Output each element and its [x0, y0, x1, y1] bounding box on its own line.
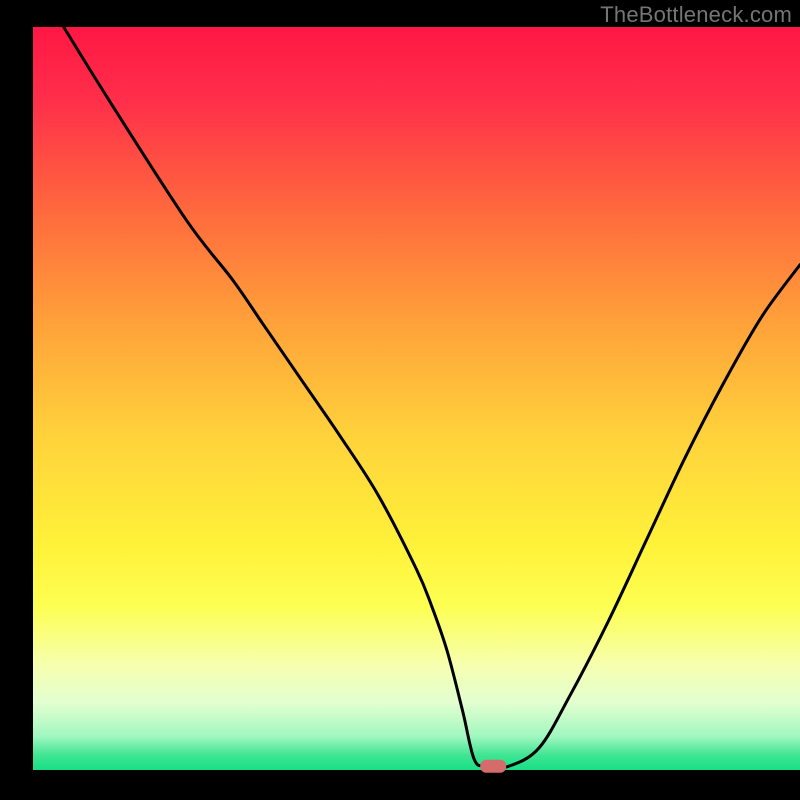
watermark-text: TheBottleneck.com — [600, 2, 792, 28]
bottleneck-chart — [0, 0, 800, 800]
plot-background — [33, 27, 800, 770]
chart-container: TheBottleneck.com — [0, 0, 800, 800]
optimal-point-marker — [480, 760, 506, 773]
